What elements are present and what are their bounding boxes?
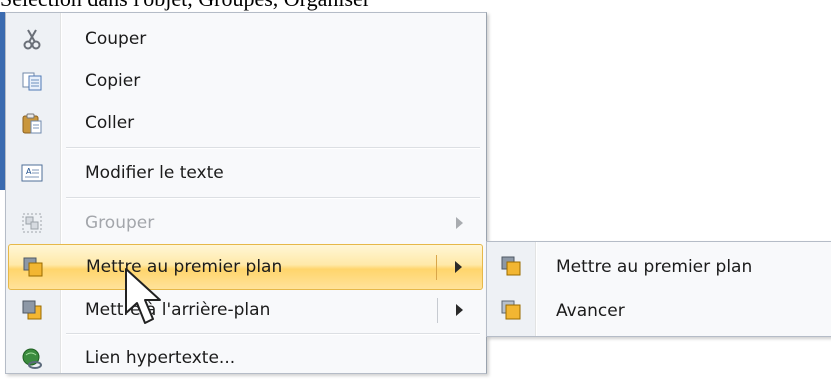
split-divider bbox=[437, 298, 438, 323]
edit-text-icon: A bbox=[21, 164, 43, 182]
menu-separator bbox=[66, 333, 480, 335]
mouse-pointer-icon bbox=[125, 268, 161, 324]
copy-icon bbox=[22, 72, 42, 91]
scissors-icon bbox=[23, 29, 41, 50]
menu-separator bbox=[66, 197, 480, 199]
menu-item-label: Modifier le texte bbox=[85, 163, 224, 183]
submenu-item-label: Avancer bbox=[556, 301, 625, 321]
menu-item-label: Coller bbox=[85, 113, 135, 133]
menu-item-label: Copier bbox=[85, 71, 141, 91]
menu-item-lien-hypertexte[interactable]: Lien hypertexte... bbox=[8, 336, 483, 380]
menu-separator bbox=[66, 147, 480, 149]
submenu-arrow-icon bbox=[456, 217, 463, 229]
menu-item-modifier-le-texte[interactable]: A Modifier le texte bbox=[8, 151, 483, 195]
svg-text:A: A bbox=[26, 167, 32, 176]
menu-item-label: Mettre au premier plan bbox=[86, 257, 283, 277]
menu-item-coller[interactable]: Coller bbox=[8, 101, 483, 145]
submenu-item-label: Mettre au premier plan bbox=[556, 257, 753, 277]
paste-icon bbox=[22, 113, 42, 134]
menu-item-mettre-au-premier-plan[interactable]: Mettre au premier plan bbox=[8, 244, 483, 290]
group-icon bbox=[22, 213, 42, 233]
bring-forward-icon bbox=[501, 300, 521, 320]
send-to-back-icon bbox=[22, 300, 42, 320]
menu-item-label: Couper bbox=[85, 29, 147, 49]
menu-item-couper[interactable]: Couper bbox=[8, 17, 483, 61]
submenu-arrow-icon[interactable] bbox=[456, 304, 463, 316]
bring-to-front-icon bbox=[23, 257, 43, 277]
menu-item-label: Lien hypertexte... bbox=[85, 348, 236, 368]
menu-item-grouper[interactable]: Grouper bbox=[8, 201, 483, 245]
submenu-mettre-au-premier-plan: Mettre au premier plan Avancer bbox=[486, 241, 831, 337]
menu-item-mettre-a-l-arriere-plan[interactable]: Mettre à l'arrière-plan bbox=[8, 288, 483, 332]
hyperlink-icon bbox=[22, 348, 42, 369]
context-menu: Couper Copier Coller A Modifier le texte… bbox=[5, 12, 487, 374]
submenu-item-mettre-au-premier-plan[interactable]: Mettre au premier plan bbox=[489, 245, 829, 289]
bring-to-front-icon bbox=[501, 256, 521, 276]
menu-item-copier[interactable]: Copier bbox=[8, 59, 483, 103]
background-document-text: Sélection dans l'objet, Groupes, Organis… bbox=[0, 0, 370, 12]
submenu-item-avancer[interactable]: Avancer bbox=[489, 289, 829, 333]
menu-item-label: Mettre à l'arrière-plan bbox=[85, 300, 271, 320]
menu-item-label: Grouper bbox=[85, 213, 155, 233]
split-divider bbox=[436, 255, 437, 280]
submenu-arrow-icon[interactable] bbox=[455, 261, 462, 273]
